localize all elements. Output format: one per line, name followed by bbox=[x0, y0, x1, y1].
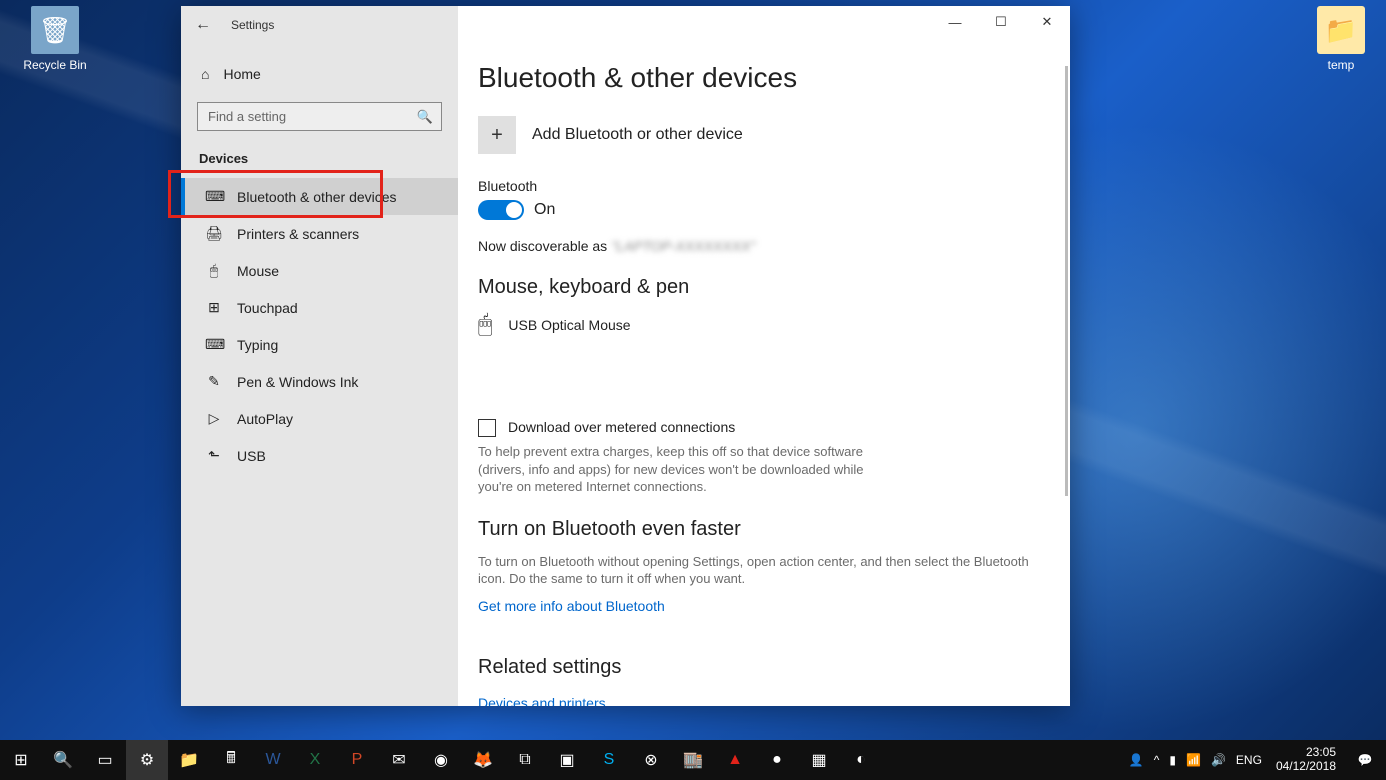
sidebar-item-label: Bluetooth & other devices bbox=[237, 189, 397, 205]
sidebar-item-touchpad[interactable]: ⊞ Touchpad bbox=[181, 289, 458, 326]
discoverable-text: Now discoverable as "LAPTOP-XXXXXXXX" bbox=[478, 238, 1042, 254]
home-label: Home bbox=[223, 66, 260, 82]
desktop-icon-recycle-bin[interactable]: 🗑 Recycle Bin bbox=[10, 6, 100, 72]
home-nav[interactable]: ⌂ Home bbox=[197, 58, 442, 90]
settings-content: Bluetooth & other devices + Add Bluetoot… bbox=[458, 6, 1070, 706]
tray-chevron-up-icon[interactable]: ^ bbox=[1154, 753, 1160, 767]
mouse-icon: 🖱 bbox=[205, 262, 223, 279]
recycle-bin-icon: 🗑 bbox=[31, 6, 79, 54]
autoplay-icon: ▷ bbox=[205, 410, 223, 427]
taskbar-clock[interactable]: 23:05 04/12/2018 bbox=[1268, 746, 1344, 774]
device-name: USB Optical Mouse bbox=[508, 317, 630, 333]
bluetooth-toggle[interactable] bbox=[478, 200, 524, 220]
desktop-icon-label: Recycle Bin bbox=[10, 58, 100, 72]
search-button[interactable]: 🔍 bbox=[42, 740, 84, 780]
search-input[interactable]: Find a setting 🔍 bbox=[197, 102, 442, 131]
taskbar-dropbox[interactable]: ⧉ bbox=[504, 740, 546, 780]
tray-language[interactable]: ENG bbox=[1236, 753, 1262, 767]
sidebar-item-usb[interactable]: ⬑ USB bbox=[181, 437, 458, 474]
tray-volume-icon[interactable]: 🔊 bbox=[1211, 753, 1226, 767]
taskbar-xbox[interactable]: ⊗ bbox=[630, 740, 672, 780]
taskbar-settings[interactable]: ⚙ bbox=[126, 740, 168, 780]
taskbar: ⊞ 🔍 ▭ ⚙ 📁 🖩 W X P ✉ ◉ 🦊 ⧉ ▣ S ⊗ 🏬 ▲ ● ▦ … bbox=[0, 740, 1386, 780]
search-placeholder: Find a setting bbox=[208, 109, 286, 124]
taskbar-app3[interactable]: ▦ bbox=[798, 740, 840, 780]
sidebar-item-bluetooth[interactable]: ⌨ Bluetooth & other devices bbox=[181, 178, 458, 215]
usb-icon: ⬑ bbox=[205, 447, 223, 464]
tray-battery-icon[interactable]: ▮ bbox=[1169, 753, 1176, 767]
sidebar-item-label: Pen & Windows Ink bbox=[237, 374, 358, 390]
taskbar-chrome[interactable]: ◉ bbox=[420, 740, 462, 780]
sidebar-item-pen[interactable]: ✎ Pen & Windows Ink bbox=[181, 363, 458, 400]
home-icon: ⌂ bbox=[201, 66, 209, 82]
task-view-button[interactable]: ▭ bbox=[84, 740, 126, 780]
settings-sidebar: ⌂ Home Find a setting 🔍 Devices ⌨ Blueto… bbox=[181, 6, 458, 706]
system-tray: 👤 ^ ▮ 📶 🔊 ENG bbox=[1129, 753, 1268, 767]
sidebar-item-label: Touchpad bbox=[237, 300, 298, 316]
devices-printers-link[interactable]: Devices and printers bbox=[478, 695, 606, 706]
settings-window: ← Settings — ☐ ✕ ⌂ Home Find a setting 🔍… bbox=[181, 6, 1070, 706]
back-button[interactable]: ← bbox=[195, 16, 211, 34]
window-title: Settings bbox=[231, 18, 274, 32]
taskbar-firefox[interactable]: 🦊 bbox=[462, 740, 504, 780]
mouse-icon: 🖱 bbox=[478, 311, 492, 339]
plus-icon: + bbox=[478, 116, 516, 154]
taskbar-app1[interactable]: ▣ bbox=[546, 740, 588, 780]
touchpad-icon: ⊞ bbox=[205, 299, 223, 316]
related-heading: Related settings bbox=[478, 656, 1042, 679]
toggle-state: On bbox=[534, 201, 555, 219]
printer-icon: 🖨 bbox=[205, 225, 223, 242]
device-usb-mouse[interactable]: 🖱 USB Optical Mouse bbox=[478, 311, 1042, 339]
clock-time: 23:05 bbox=[1276, 746, 1336, 760]
start-button[interactable]: ⊞ bbox=[0, 740, 42, 780]
taskbar-explorer[interactable]: 📁 bbox=[168, 740, 210, 780]
pen-icon: ✎ bbox=[205, 373, 223, 390]
taskbar-word[interactable]: W bbox=[252, 740, 294, 780]
desktop-icon-label: temp bbox=[1296, 58, 1386, 72]
bluetooth-icon: ⌨ bbox=[205, 188, 223, 205]
tray-network-icon[interactable]: 📶 bbox=[1186, 753, 1201, 767]
taskbar-app2[interactable]: ● bbox=[756, 740, 798, 780]
desktop-icon-temp[interactable]: 📁 temp bbox=[1296, 6, 1386, 72]
sidebar-item-label: Mouse bbox=[237, 263, 279, 279]
action-center-button[interactable]: 💬 bbox=[1344, 740, 1386, 780]
sidebar-item-label: USB bbox=[237, 448, 266, 464]
tray-people-icon[interactable]: 👤 bbox=[1129, 753, 1144, 767]
taskbar-calculator[interactable]: 🖩 bbox=[210, 740, 252, 780]
taskbar-outlook[interactable]: ✉ bbox=[378, 740, 420, 780]
add-device-label: Add Bluetooth or other device bbox=[532, 126, 743, 144]
discoverable-prefix: Now discoverable as bbox=[478, 238, 611, 254]
bluetooth-info-link[interactable]: Get more info about Bluetooth bbox=[478, 598, 665, 614]
bluetooth-label: Bluetooth bbox=[478, 178, 1042, 194]
device-name-redacted: "LAPTOP-XXXXXXXX" bbox=[611, 238, 755, 254]
metered-checkbox[interactable] bbox=[478, 419, 496, 437]
scrollbar-thumb[interactable] bbox=[1065, 66, 1068, 496]
page-title: Bluetooth & other devices bbox=[478, 62, 1042, 94]
clock-date: 04/12/2018 bbox=[1276, 760, 1336, 774]
folder-icon: 📁 bbox=[1317, 6, 1365, 54]
sidebar-item-printers[interactable]: 🖨 Printers & scanners bbox=[181, 215, 458, 252]
sidebar-item-label: Printers & scanners bbox=[237, 226, 359, 242]
sidebar-item-mouse[interactable]: 🖱 Mouse bbox=[181, 252, 458, 289]
sidebar-item-autoplay[interactable]: ▷ AutoPlay bbox=[181, 400, 458, 437]
taskbar-excel[interactable]: X bbox=[294, 740, 336, 780]
taskbar-app4[interactable]: ◐ bbox=[840, 740, 882, 780]
faster-helper: To turn on Bluetooth without opening Set… bbox=[478, 553, 1038, 588]
sidebar-section-title: Devices bbox=[197, 145, 442, 172]
taskbar-skype[interactable]: S bbox=[588, 740, 630, 780]
search-icon: 🔍 bbox=[417, 109, 433, 125]
add-device-button[interactable]: + Add Bluetooth or other device bbox=[478, 116, 1042, 154]
metered-helper: To help prevent extra charges, keep this… bbox=[478, 443, 878, 496]
sidebar-item-label: AutoPlay bbox=[237, 411, 293, 427]
keyboard-icon: ⌨ bbox=[205, 336, 223, 353]
faster-heading: Turn on Bluetooth even faster bbox=[478, 518, 1042, 541]
metered-label: Download over metered connections bbox=[508, 419, 735, 435]
sidebar-item-typing[interactable]: ⌨ Typing bbox=[181, 326, 458, 363]
taskbar-store[interactable]: 🏬 bbox=[672, 740, 714, 780]
taskbar-powerpoint[interactable]: P bbox=[336, 740, 378, 780]
devices-heading: Mouse, keyboard & pen bbox=[478, 276, 1042, 299]
sidebar-item-label: Typing bbox=[237, 337, 278, 353]
taskbar-avira[interactable]: ▲ bbox=[714, 740, 756, 780]
